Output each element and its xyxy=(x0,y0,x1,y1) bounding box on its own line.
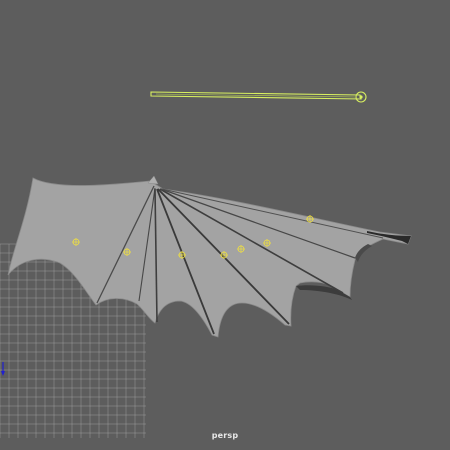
viewport-canvas[interactable] xyxy=(0,0,450,450)
perspective-viewport[interactable]: persp xyxy=(0,0,450,450)
camera-name-label: persp xyxy=(211,431,239,440)
wing-mesh[interactable] xyxy=(7,175,412,338)
control-curve[interactable] xyxy=(150,91,367,103)
origin-axis-icon xyxy=(1,362,5,376)
wing-wrist-claw xyxy=(147,175,159,185)
wing-membrane[interactable] xyxy=(7,177,412,338)
control-curve-end-dot xyxy=(359,95,363,99)
